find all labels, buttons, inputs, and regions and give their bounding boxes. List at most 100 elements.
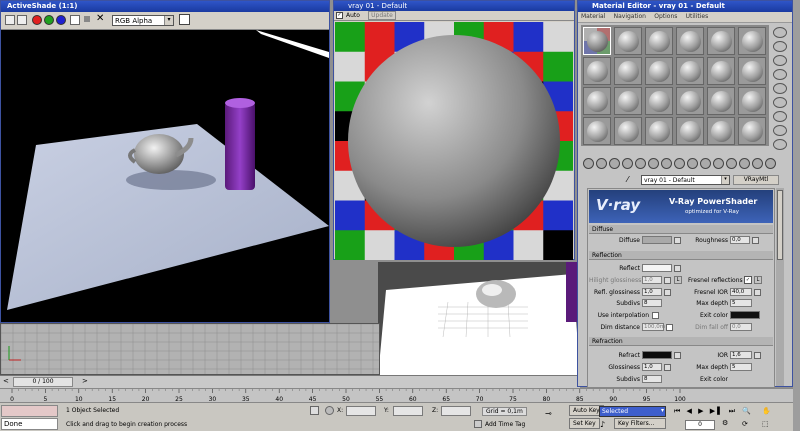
reflect-map-button[interactable] xyxy=(674,265,681,272)
clear-icon[interactable]: ✕ xyxy=(96,13,104,24)
red-channel-toggle[interactable] xyxy=(32,15,42,25)
diffuse-swatch[interactable] xyxy=(642,236,672,244)
panel-scrollbar[interactable] xyxy=(776,188,784,386)
sample-slot[interactable] xyxy=(707,57,735,85)
sample-slot[interactable] xyxy=(707,87,735,115)
roughness-field[interactable]: 0,0 xyxy=(730,236,750,244)
use-interpolation-checkbox[interactable] xyxy=(652,312,659,319)
exit-color-swatch[interactable] xyxy=(730,311,760,319)
sample-slot[interactable] xyxy=(645,117,673,145)
dim-distance-field[interactable]: 100,0m xyxy=(642,323,665,331)
sample-slot[interactable] xyxy=(676,87,704,115)
auto-checkbox[interactable]: ✓ xyxy=(336,12,343,19)
vray-titlebar[interactable]: vray 01 - Default xyxy=(334,1,574,11)
slot-option-icon[interactable] xyxy=(773,125,787,136)
sample-slot[interactable] xyxy=(738,27,766,55)
slot-option-icon[interactable] xyxy=(773,97,787,108)
green-channel-toggle[interactable] xyxy=(44,15,54,25)
ior-map-button[interactable] xyxy=(754,352,761,359)
hilight-lock-button[interactable]: L xyxy=(674,276,682,284)
refl-gloss-map-button[interactable] xyxy=(664,289,671,296)
refraction-rollout[interactable]: Refraction xyxy=(589,337,773,346)
blue-channel-toggle[interactable] xyxy=(56,15,66,25)
sample-slot[interactable] xyxy=(707,27,735,55)
reflection-rollout[interactable]: Reflection xyxy=(589,251,773,260)
reflect-swatch[interactable] xyxy=(642,264,672,272)
material-tool-icon[interactable] xyxy=(609,158,620,169)
key-icon[interactable]: ⊸ xyxy=(545,409,552,418)
material-type-button[interactable]: VRayMtl xyxy=(733,175,779,185)
set-key-button[interactable]: Set Key xyxy=(569,418,600,429)
material-tool-icon[interactable] xyxy=(674,158,685,169)
sample-slot[interactable] xyxy=(676,117,704,145)
x-field[interactable] xyxy=(346,406,376,416)
save-image-icon[interactable] xyxy=(5,15,15,25)
menu-navigation[interactable]: Navigation xyxy=(611,12,649,21)
color-swatch[interactable] xyxy=(179,14,190,25)
refr-glossiness-field[interactable]: 1,0 xyxy=(642,363,662,371)
lock-icon[interactable] xyxy=(310,406,319,415)
material-tool-icon[interactable] xyxy=(596,158,607,169)
sample-slot[interactable] xyxy=(645,57,673,85)
material-tool-icon[interactable] xyxy=(635,158,646,169)
slot-option-icon[interactable] xyxy=(773,69,787,80)
alpha-channel-toggle[interactable] xyxy=(70,15,80,25)
key-filters-button[interactable]: Key Filters... xyxy=(614,418,666,429)
maxscript-output[interactable]: Done xyxy=(1,418,58,430)
refl-glossiness-field[interactable]: 1,0 xyxy=(642,288,662,296)
next-frame-icon[interactable]: > xyxy=(82,377,90,386)
playback-controls[interactable]: ⏮ ◀ ▶ ▶▌ ⏭ xyxy=(674,407,737,416)
time-tag-icon[interactable] xyxy=(474,420,482,428)
eyedropper-icon[interactable]: ⁄ xyxy=(627,175,628,184)
sample-slot[interactable] xyxy=(583,117,611,145)
material-tool-icon[interactable] xyxy=(622,158,633,169)
perspective-viewport[interactable] xyxy=(378,262,580,377)
current-frame-spinner[interactable]: 0 xyxy=(685,420,715,430)
zoom-icon[interactable]: 🔍 xyxy=(742,407,751,415)
slot-option-icon[interactable] xyxy=(773,139,787,150)
diffuse-map-button[interactable] xyxy=(674,237,681,244)
pan-icon[interactable]: ✋ xyxy=(762,407,771,415)
material-tool-icon[interactable] xyxy=(700,158,711,169)
material-tool-icon[interactable] xyxy=(648,158,659,169)
maximize-icon[interactable]: ⬚ xyxy=(762,420,769,428)
sample-slot[interactable] xyxy=(614,87,642,115)
mono-toggle[interactable] xyxy=(84,16,90,22)
key-mode-icon[interactable]: ♪ xyxy=(600,420,605,429)
sample-slot[interactable] xyxy=(583,87,611,115)
sample-slot[interactable] xyxy=(614,117,642,145)
sample-slot[interactable] xyxy=(614,57,642,85)
material-tool-icon[interactable] xyxy=(726,158,737,169)
material-tool-icon[interactable] xyxy=(713,158,724,169)
material-tool-icon[interactable] xyxy=(583,158,594,169)
fresnel-ior-map-button[interactable] xyxy=(754,289,761,296)
max-depth-field[interactable]: 5 xyxy=(730,299,752,307)
track-bar[interactable]: 0 5 10 15 20 25 30 35 40 45 50 55 60 65 70 75 80 85 90 95 10… xyxy=(0,388,800,403)
menu-material[interactable]: Material xyxy=(578,12,608,21)
sample-slot[interactable] xyxy=(614,27,642,55)
hilight-glossiness-field[interactable]: 1,0 xyxy=(642,276,662,284)
refr-max-depth-field[interactable]: 5 xyxy=(730,363,752,371)
time-config-icon[interactable]: ⚙ xyxy=(722,419,728,427)
material-tool-icon[interactable] xyxy=(739,158,750,169)
material-tool-icon[interactable] xyxy=(687,158,698,169)
slot-option-icon[interactable] xyxy=(773,55,787,66)
diffuse-rollout[interactable]: Diffuse xyxy=(589,225,773,234)
absolute-mode-icon[interactable] xyxy=(325,406,334,415)
slot-option-icon[interactable] xyxy=(773,111,787,122)
sample-slot[interactable] xyxy=(583,27,611,55)
refract-map-button[interactable] xyxy=(674,352,681,359)
menu-utilities[interactable]: Utilities xyxy=(683,12,712,21)
menu-options[interactable]: Options xyxy=(651,12,680,21)
sample-slot[interactable] xyxy=(676,57,704,85)
frame-indicator[interactable]: 0 / 100 xyxy=(13,377,73,387)
orbit-icon[interactable]: ⟳ xyxy=(742,420,748,428)
sample-slot[interactable] xyxy=(707,117,735,145)
sample-slot[interactable] xyxy=(738,117,766,145)
ior-field[interactable]: 1,6 xyxy=(730,351,752,359)
fresnel-checkbox[interactable]: ✓ xyxy=(744,276,752,284)
activeshade-render[interactable] xyxy=(1,30,329,322)
dim-distance-checkbox[interactable] xyxy=(666,324,673,331)
material-editor-titlebar[interactable]: Material Editor - vray 01 - Default xyxy=(578,1,792,12)
roughness-map-button[interactable] xyxy=(752,237,759,244)
